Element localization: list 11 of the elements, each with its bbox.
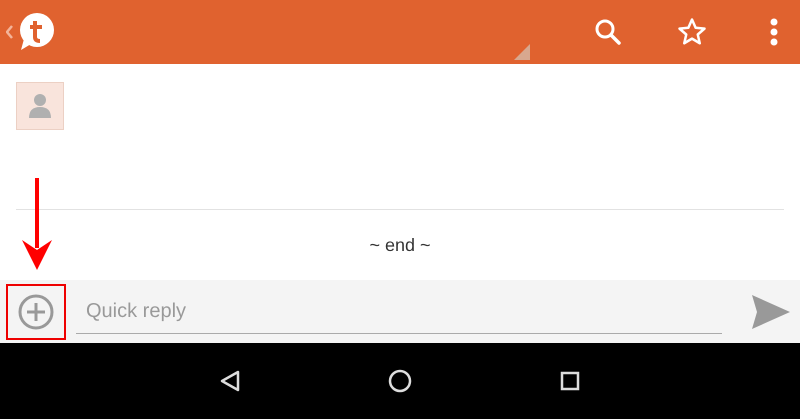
home-nav-icon[interactable]: [388, 369, 412, 393]
more-menu-button[interactable]: [770, 17, 778, 47]
end-marker: ~ end ~: [369, 234, 431, 256]
recents-nav-icon[interactable]: [560, 371, 580, 391]
person-icon: [28, 93, 52, 119]
dropdown-corner-icon: [514, 44, 530, 60]
add-button[interactable]: [6, 284, 66, 340]
send-icon[interactable]: [752, 294, 790, 328]
back-nav-icon[interactable]: [220, 370, 240, 392]
plus-circle-icon: [17, 292, 55, 330]
back-icon[interactable]: [6, 25, 14, 39]
